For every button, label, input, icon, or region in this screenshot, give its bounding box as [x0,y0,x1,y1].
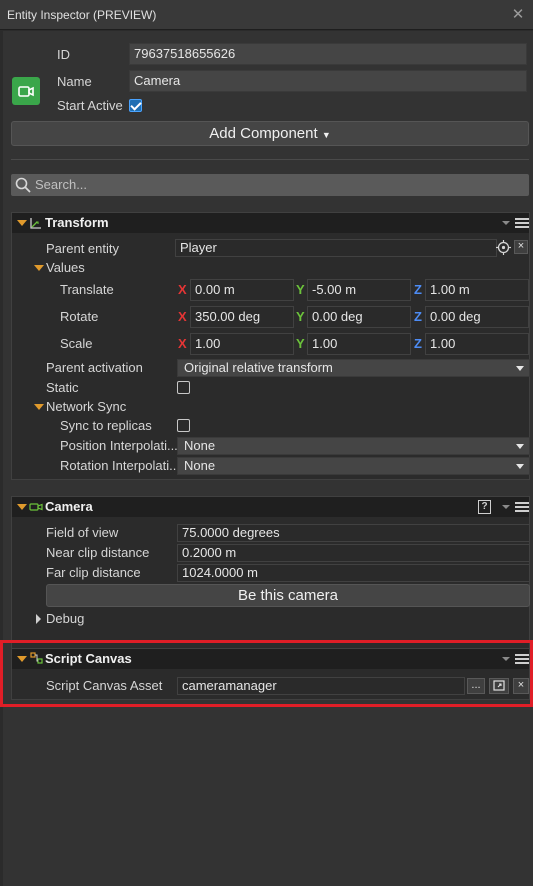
parent-entity-field[interactable]: Player [175,239,497,257]
chevron-down-icon [516,444,524,449]
dropdown-arrow-icon[interactable] [502,505,510,509]
position-interpolation-label: Position Interpolati... [60,438,178,453]
scale-x-field[interactable]: 1.00 [190,333,294,355]
help-glyph: ? [481,501,488,512]
target-icon[interactable] [496,240,511,255]
add-component-label: Add Component [209,125,318,142]
translate-z-field[interactable]: 1.00 m [425,279,529,301]
debug-label[interactable]: Debug [46,611,84,626]
camera-title: Camera [45,499,93,514]
menu-icon[interactable] [515,218,529,229]
near-clip-label: Near clip distance [46,545,150,560]
far-clip-field[interactable]: 1024.0000 m [177,564,530,582]
rotate-label: Rotate [60,309,99,324]
scale-z-field[interactable]: 1.00 [425,333,529,355]
debug-caret-icon[interactable] [36,614,41,624]
parent-entity-label: Parent entity [46,241,119,256]
values-caret-icon[interactable] [34,265,44,271]
rotation-interpolation-label: Rotation Interpolati... [60,458,180,473]
help-icon[interactable]: ? [478,500,491,514]
transform-component: Transform Parent entity Player × Values … [11,212,530,480]
separator [11,159,529,160]
name-field[interactable]: Camera [129,70,527,92]
camera-icon [12,77,40,105]
network-sync-label: Network Sync [46,399,127,414]
static-label: Static [46,380,79,395]
network-sync-caret-icon[interactable] [34,404,44,410]
sync-replicas-checkbox[interactable] [177,419,190,432]
window-title: Entity Inspector (PREVIEW) [7,7,157,22]
search-input[interactable]: Search... [35,177,87,192]
y-axis-label: Y [296,336,305,351]
transform-header[interactable]: Transform [12,213,529,233]
x-axis-label: X [178,309,187,324]
scale-y-field[interactable]: 1.00 [307,333,411,355]
start-active-label: Start Active [57,98,123,113]
menu-icon[interactable] [515,502,529,513]
near-clip-field[interactable]: 0.2000 m [177,544,530,562]
id-label: ID [57,47,70,62]
highlight-box [0,640,533,707]
translate-y-field[interactable]: -5.00 m [307,279,411,301]
transform-title: Transform [45,215,109,230]
fov-field[interactable]: 75.0000 degrees [177,524,530,542]
parent-activation-label: Parent activation [46,360,143,375]
x-axis-label: X [178,336,187,351]
start-active-checkbox[interactable] [129,99,142,112]
fov-label: Field of view [46,525,119,540]
far-clip-label: Far clip distance [46,565,141,580]
static-checkbox[interactable] [177,381,190,394]
chevron-down-icon [516,464,524,469]
title-bar: Entity Inspector (PREVIEW) ✕ [0,0,533,30]
y-axis-label: Y [296,282,305,297]
parent-activation-value: Original relative transform [184,360,333,375]
chevron-down-icon [516,366,524,371]
x-axis-label: X [178,282,187,297]
transform-icon [30,218,41,229]
rotation-interpolation-select[interactable]: None [177,457,530,475]
camera-component: Camera ? Field of view 75.0000 degrees N… [11,496,530,658]
search-bar[interactable]: Search... [11,174,529,196]
id-field[interactable]: 79637518655626 [129,43,527,65]
rotate-x-field[interactable]: 350.00 deg [190,306,294,328]
chevron-down-icon: ▼ [321,130,331,140]
camera-header[interactable]: Camera ? [12,497,529,517]
collapse-caret-icon[interactable] [17,220,27,226]
translate-x-field[interactable]: 0.00 m [190,279,294,301]
search-icon [15,177,31,193]
add-component-button[interactable]: Add Component ▼ [11,121,529,146]
values-label: Values [46,260,85,275]
translate-label: Translate [60,282,114,297]
inspector-panel: ID 79637518655626 Name Camera Start Acti… [3,31,533,886]
z-axis-label: Z [414,282,422,297]
y-axis-label: Y [296,309,305,324]
parent-activation-select[interactable]: Original relative transform [177,359,530,377]
camera-icon [29,503,43,511]
position-interpolation-select[interactable]: None [177,437,530,455]
z-axis-label: Z [414,336,422,351]
rotate-y-field[interactable]: 0.00 deg [307,306,411,328]
be-this-camera-button[interactable]: Be this camera [46,584,530,607]
position-interpolation-value: None [184,438,216,453]
name-label: Name [57,74,92,89]
sync-replicas-label: Sync to replicas [60,418,152,433]
dropdown-arrow-icon[interactable] [502,221,510,225]
rotation-interpolation-value: None [184,458,216,473]
scale-label: Scale [60,336,93,351]
clear-parent-button[interactable]: × [514,240,528,254]
collapse-caret-icon[interactable] [17,504,27,510]
rotate-z-field[interactable]: 0.00 deg [425,306,529,328]
close-icon[interactable]: ✕ [509,6,527,24]
z-axis-label: Z [414,309,422,324]
